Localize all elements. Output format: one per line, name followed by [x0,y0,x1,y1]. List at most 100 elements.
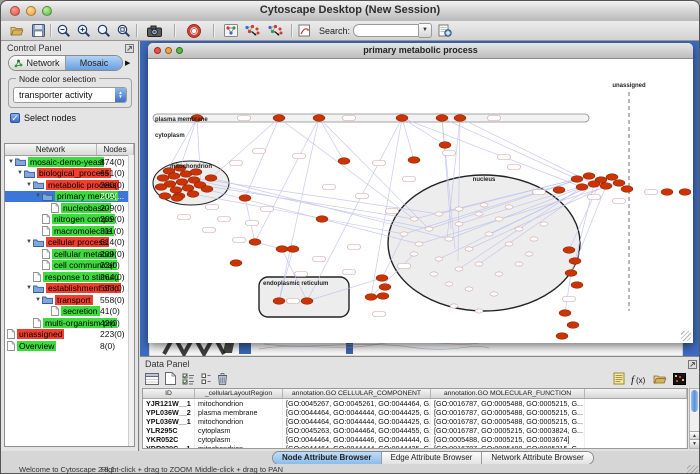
tree-column-nodes[interactable]: Nodes [97,144,134,155]
graph-node[interactable] [249,239,261,246]
annotation-icon[interactable] [298,23,311,39]
graph-node[interactable] [313,115,325,122]
graph-node[interactable] [583,173,595,180]
graph-node[interactable] [379,284,391,291]
graph-node[interactable] [576,184,588,191]
graph-node-label[interactable] [295,272,308,277]
graph-node-small[interactable] [505,242,513,246]
tree-row[interactable]: ▼metabolic process280(0) [5,179,134,191]
network-window-titlebar[interactable]: primary metabolic process [148,43,693,59]
graph-node[interactable] [155,184,167,191]
new-attribute-icon[interactable] [165,371,176,387]
search-input[interactable] [353,24,419,37]
graph-node-label[interactable] [443,151,456,156]
graph-node-label[interactable] [323,185,336,190]
graph-node[interactable] [168,173,180,180]
expand-arrow-icon[interactable]: ▼ [25,239,33,245]
graph-node-label[interactable] [178,215,191,220]
tree-row[interactable]: ▼establishment of lo558(0) [5,283,134,295]
graph-node-label[interactable] [287,299,300,304]
graph-node-label[interactable] [356,194,369,199]
graph-node[interactable] [239,195,251,202]
tree-row[interactable]: macromolecule311(0) [5,225,134,237]
graph-node[interactable] [273,298,285,305]
graph-node[interactable] [556,333,568,340]
graph-node-label[interactable] [246,221,259,226]
graph-node-label[interactable] [293,154,306,159]
inner-minimize-button[interactable] [165,47,172,54]
graph-node-small[interactable] [445,282,453,286]
graph-node-label[interactable] [563,297,576,302]
tree-row[interactable]: ▼transport558(0) [5,294,134,306]
graph-node[interactable] [276,246,288,253]
window-titlebar[interactable]: Cytoscape Desktop (New Session) [1,1,699,22]
graph-node[interactable] [157,175,169,182]
help-ring-icon[interactable] [187,23,201,39]
graph-node[interactable] [567,322,579,329]
graph-node-label[interactable] [253,149,266,154]
minimize-button[interactable] [26,6,36,16]
graph-node-small[interactable] [410,252,418,256]
expand-arrow-icon[interactable]: ▼ [34,297,42,303]
graph-node-small[interactable] [415,242,423,246]
graph-node-small[interactable] [540,222,548,226]
column-cellular-layout-region[interactable]: _cellularLayoutRegion [195,389,283,398]
table-row[interactable]: YKR052Ccytoplasm[GO:0044464, GO:0044446,… [143,435,687,444]
graph-node-small[interactable] [485,232,493,236]
graph-node-small[interactable] [495,217,503,221]
graph-node[interactable] [301,298,313,305]
expand-arrow-icon[interactable]: ▼ [25,285,33,291]
close-button[interactable] [10,6,20,16]
graph-node[interactable] [661,189,673,196]
graph-node-label[interactable] [613,199,626,204]
graph-node-label[interactable] [343,116,356,121]
graph-node-small[interactable] [450,304,458,308]
tab-node-attribute-browser[interactable]: Node Attribute Browser [273,452,382,464]
delete-attribute-icon[interactable] [217,371,228,387]
scrollbar-thumb[interactable] [691,390,698,412]
expand-arrow-icon[interactable]: ▼ [7,159,15,165]
save-session-icon[interactable] [32,23,45,39]
graph-node[interactable] [613,180,625,187]
graph-node[interactable] [170,187,182,194]
zoom-out-icon[interactable] [57,23,71,39]
graph-node-label[interactable] [398,264,411,269]
graph-node-small[interactable] [435,212,443,216]
graph-node[interactable] [679,189,691,196]
graph-node-small[interactable] [430,272,438,276]
tree-row[interactable]: unassigned223(0) [5,329,134,341]
graph-node-label[interactable] [218,217,231,222]
tabs-overflow-arrow-icon[interactable]: ▶ [125,59,134,67]
graph-node[interactable] [606,174,618,181]
graph-node[interactable] [563,247,575,254]
graph-node[interactable] [436,115,448,122]
graph-node[interactable] [377,293,389,300]
graph-node-small[interactable] [445,237,453,241]
maximize-button[interactable] [42,6,52,16]
graph-node[interactable] [316,216,328,223]
zoom-in-icon[interactable] [77,23,91,39]
tree-column-network[interactable]: Network [5,144,97,155]
graph-node-small[interactable] [455,222,463,226]
graph-node[interactable] [396,115,408,122]
graph-node-small[interactable] [480,203,488,207]
tree-row[interactable]: cellular metabol209(0) [5,248,134,260]
column-go-cellular-component[interactable]: annotation.GO CELLULAR_COMPONENT [283,389,431,398]
graph-node[interactable] [408,157,420,164]
tab-edge-attribute-browser[interactable]: Edge Attribute Browser [382,452,483,464]
graph-node-label[interactable] [343,270,356,275]
graph-node-small[interactable] [455,207,463,211]
graph-node[interactable] [171,195,183,202]
graph-node-label[interactable] [203,228,216,233]
column-id[interactable]: ID [143,389,195,398]
tree-row[interactable]: multi-organism pro42(0) [5,317,134,329]
graph-node[interactable] [621,186,633,193]
graph-node-small[interactable] [515,262,523,266]
table-row[interactable]: YJR121W__1mitochondrion[GO:0045267, GO:0… [143,399,687,408]
tree-row[interactable]: response to stimulu264(0) [5,271,134,283]
import-attributes-icon[interactable] [653,371,667,387]
tree-row[interactable]: ▼primary metabo209(... [5,191,134,203]
graph-node[interactable] [287,246,299,253]
formula-builder-icon[interactable]: f(x) [631,371,647,387]
snapshot-camera-icon[interactable] [147,23,162,39]
